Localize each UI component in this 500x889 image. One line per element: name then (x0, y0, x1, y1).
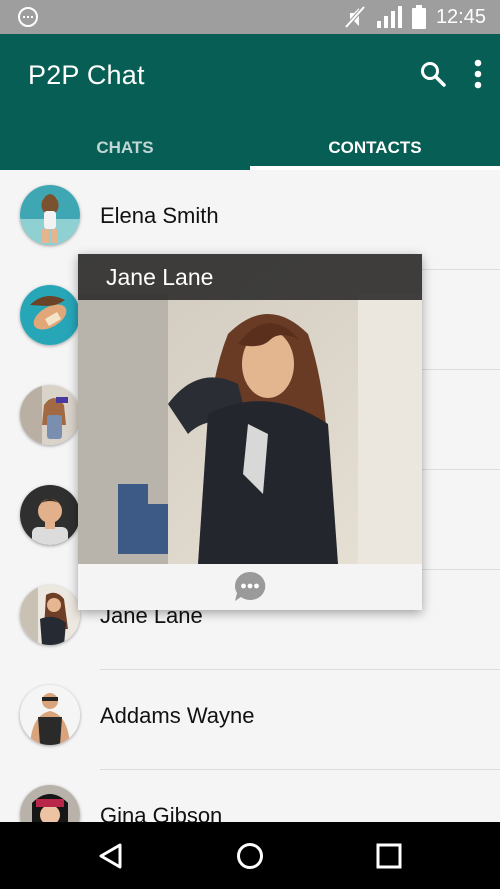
avatar (20, 485, 80, 545)
signal-icon (376, 6, 402, 28)
notification-icon (18, 7, 38, 27)
popup-contact-name: Jane Lane (106, 264, 214, 290)
contact-row-gina-gibson[interactable]: Gina Gibson (0, 770, 500, 822)
contact-name: Elena Smith (100, 203, 219, 228)
tab-contacts[interactable]: CONTACTS (250, 126, 500, 170)
tab-contacts-label: CONTACTS (328, 138, 422, 157)
contact-photo (78, 254, 422, 564)
status-bar: 12:45 (0, 0, 500, 34)
app-bar: P2P Chat CHATS CONTACTS (0, 34, 500, 170)
home-icon[interactable] (235, 841, 265, 871)
avatar (20, 385, 80, 445)
chat-bubble-icon[interactable] (234, 571, 266, 603)
tab-bar: CHATS CONTACTS (0, 126, 500, 170)
tab-chats[interactable]: CHATS (0, 126, 250, 170)
back-icon[interactable] (96, 841, 126, 871)
avatar (20, 785, 80, 822)
status-icons: 12:45 (344, 4, 486, 30)
mute-icon (344, 5, 366, 29)
avatar (20, 185, 80, 245)
avatar (20, 585, 80, 645)
search-icon[interactable] (420, 61, 446, 87)
avatar (20, 285, 80, 345)
tab-chats-label: CHATS (96, 138, 154, 157)
more-vert-icon[interactable] (474, 59, 482, 89)
status-time: 12:45 (435, 6, 486, 28)
contact-name: Addams Wayne (100, 703, 255, 728)
contact-row-addams-wayne[interactable]: Addams Wayne (0, 670, 500, 770)
battery-icon (411, 5, 426, 29)
app-title: P2P Chat (28, 60, 145, 90)
avatar (20, 685, 80, 745)
popup-header: Jane Lane (78, 254, 422, 300)
contact-name: Gina Gibson (100, 803, 223, 822)
recents-icon[interactable] (374, 841, 404, 871)
popup-footer (78, 564, 422, 610)
contact-preview-popup: Jane Lane (78, 254, 422, 610)
navigation-bar (0, 822, 500, 889)
